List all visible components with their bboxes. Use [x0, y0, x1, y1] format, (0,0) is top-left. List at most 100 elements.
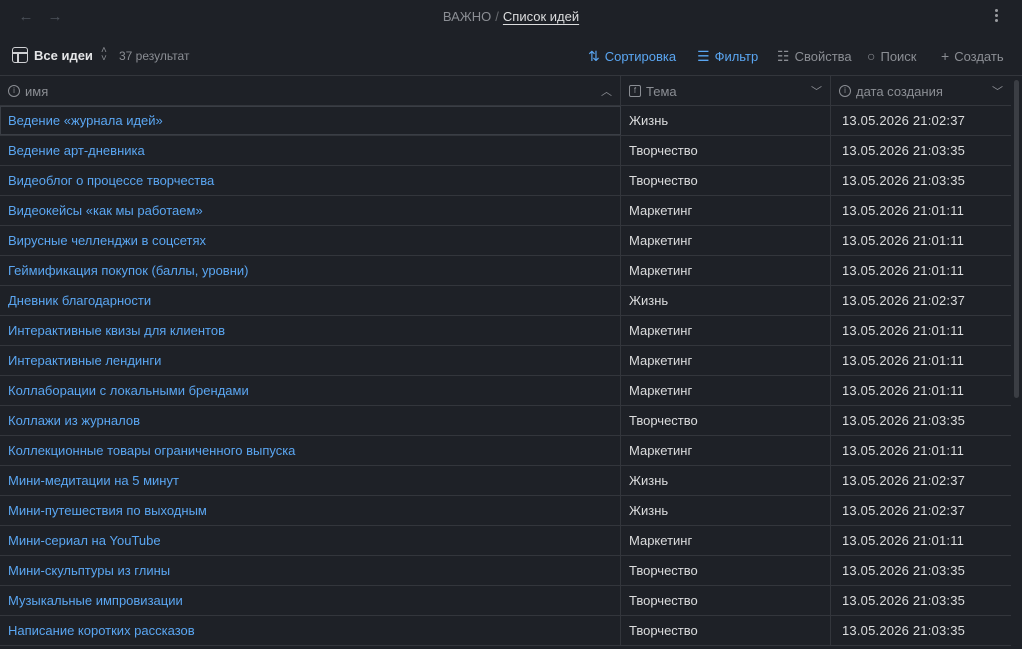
- view-label: Все идеи: [34, 47, 93, 63]
- cell-name[interactable]: Вирусные челленджи в соцсетях: [0, 226, 621, 255]
- search-icon: ○: [867, 48, 876, 64]
- cell-topic: Маркетинг: [621, 346, 831, 375]
- table-body: Ведение «журнала идей» Жизнь 13.05.2026 21…: [0, 106, 1011, 646]
- view-selector[interactable]: Все идеи ˄ ˅: [12, 46, 107, 64]
- cell-date: 13.05.2026 21:02:37: [842, 503, 966, 518]
- breadcrumb: ВАЖНО / Список идей: [0, 9, 1022, 24]
- table-row[interactable]: Музыкальные импровизации Творчество 13.05.…: [0, 586, 1011, 616]
- breadcrumb-current[interactable]: Список идей: [503, 9, 579, 24]
- table-row[interactable]: Ведение арт-дневника Творчество 13.05.2026…: [0, 136, 1011, 166]
- sort-icon: ⇅: [588, 47, 600, 64]
- cell-name[interactable]: Интерактивные квизы для клиентов: [0, 316, 621, 345]
- properties-button[interactable]: ☷ Свойства: [777, 47, 852, 65]
- scrollbar-thumb[interactable]: [1014, 80, 1019, 398]
- cell-name[interactable]: Мини-скульптуры из глины: [0, 556, 621, 585]
- cell-name[interactable]: Мини-путешествия по выходным: [0, 496, 621, 525]
- cell-name[interactable]: Видеокейсы «как мы работаем»: [0, 196, 621, 225]
- table-row[interactable]: Видеоблог о процессе творчества Творчеств…: [0, 166, 1011, 196]
- cell-date: 13.05.2026 21:01:11: [842, 263, 965, 278]
- titlebar: ← → ВАЖНО / Список идей: [0, 0, 1022, 34]
- table-row[interactable]: Интерактивные квизы для клиентов Маркетин…: [0, 316, 1011, 346]
- cell-topic: Творчество: [621, 556, 831, 585]
- cell-date: 13.05.2026 21:01:11: [842, 443, 965, 458]
- cell-date: 13.05.2026 21:01:11: [842, 323, 965, 338]
- cell-topic: Творчество: [621, 616, 831, 645]
- cell-date: 13.05.2026 21:02:37: [842, 293, 966, 308]
- cell-topic: Творчество: [621, 166, 831, 195]
- table-row[interactable]: Вирусные челленджи в соцсетях Маркетинг 13…: [0, 226, 1011, 256]
- table-row[interactable]: Мини-медитации на 5 минут Жизнь 13.05.2026…: [0, 466, 1011, 496]
- cell-date: 13.05.2026 21:01:11: [842, 383, 965, 398]
- cell-topic: Жизнь: [621, 106, 831, 135]
- cell-name[interactable]: Мини-сериал на YouTube: [0, 526, 621, 555]
- table-row[interactable]: Ведение «журнала идей» Жизнь 13.05.2026 21…: [0, 106, 1011, 136]
- table-row[interactable]: Дневник благодарности Жизнь 13.05.2026 21:…: [0, 286, 1011, 316]
- table-row[interactable]: Видеокейсы «как мы работаем» Маркетинг 13.…: [0, 196, 1011, 226]
- toolbar: Все идеи ˄ ˅ 37 результат ⇅ Сортировка ☰ …: [0, 34, 1022, 76]
- table-row[interactable]: Коллажи из журналов Творчество 13.05.2026 …: [0, 406, 1011, 436]
- table-row[interactable]: Мини-сериал на YouTube Маркетинг 13.05.202…: [0, 526, 1011, 556]
- cell-name[interactable]: Коллекционные товары ограниченного выпус…: [0, 436, 621, 465]
- properties-label: Свойства: [794, 48, 852, 64]
- cell-name[interactable]: Написание коротких рассказов: [0, 616, 621, 645]
- column-topic-label: Тема: [646, 83, 677, 99]
- table-row[interactable]: Мини-скульптуры из глины Творчество 13.05.…: [0, 556, 1011, 586]
- cell-topic: Жизнь: [621, 286, 831, 315]
- cell-name[interactable]: Дневник благодарности: [0, 286, 621, 315]
- table-row[interactable]: Коллаборации с локальными брендами Маркет…: [0, 376, 1011, 406]
- cell-name[interactable]: Коллаборации с локальными брендами: [0, 376, 621, 405]
- table-row[interactable]: Написание коротких рассказов Творчество 13…: [0, 616, 1011, 646]
- cell-topic: Маркетинг: [621, 316, 831, 345]
- cell-topic: Маркетинг: [621, 226, 831, 255]
- table-row[interactable]: Коллекционные товары ограниченного выпус…: [0, 436, 1011, 466]
- column-header-name[interactable]: i имя ︿: [0, 76, 621, 106]
- create-button[interactable]: + Создать: [941, 47, 1004, 65]
- cell-topic: Маркетинг: [621, 196, 831, 225]
- table-row[interactable]: Мини-путешествия по выходным Жизнь 13.05.2…: [0, 496, 1011, 526]
- list-icon: ☷: [777, 47, 790, 64]
- table-row[interactable]: Интерактивные лендинги Маркетинг 13.05.202…: [0, 346, 1011, 376]
- cell-topic: Жизнь: [621, 496, 831, 525]
- cell-name[interactable]: Ведение арт-дневника: [0, 136, 621, 165]
- cell-name[interactable]: Коллажи из журналов: [0, 406, 621, 435]
- column-header-topic[interactable]: f Тема ﹀: [621, 76, 831, 106]
- breadcrumb-separator: /: [495, 9, 499, 24]
- cell-date: 13.05.2026 21:03:35: [842, 413, 966, 428]
- cell-name[interactable]: Музыкальные импровизации: [0, 586, 621, 615]
- filter-label: Фильтр: [714, 48, 759, 64]
- cell-date: 13.05.2026 21:03:35: [842, 593, 966, 608]
- breadcrumb-parent[interactable]: ВАЖНО: [443, 9, 491, 24]
- cell-date: 13.05.2026 21:03:35: [842, 623, 966, 638]
- cell-date: 13.05.2026 21:03:35: [842, 563, 966, 578]
- chevron-down-icon[interactable]: ﹀: [992, 83, 1003, 99]
- cell-name[interactable]: Видеоблог о процессе творчества: [0, 166, 621, 195]
- plus-icon: +: [941, 48, 950, 64]
- chevron-down-icon[interactable]: ﹀: [811, 83, 822, 99]
- cell-date: 13.05.2026 21:02:37: [842, 473, 966, 488]
- search-button[interactable]: ○ Поиск: [867, 47, 917, 65]
- cell-name[interactable]: Ведение «журнала идей»: [0, 106, 621, 135]
- filter-button[interactable]: ☰ Фильтр: [697, 47, 758, 65]
- cell-date: 13.05.2026 21:01:11: [842, 233, 965, 248]
- table-row[interactable]: Геймификация покупок (баллы, уровни) Марк…: [0, 256, 1011, 286]
- cell-name[interactable]: Мини-медитации на 5 минут: [0, 466, 621, 495]
- result-count: 37 результат: [119, 49, 190, 63]
- cell-name[interactable]: Геймификация покупок (баллы, уровни): [0, 256, 621, 285]
- sort-label: Сортировка: [604, 48, 677, 64]
- chevron-up-icon[interactable]: ︿: [601, 83, 612, 99]
- cell-topic: Маркетинг: [621, 526, 831, 555]
- cell-topic: Маркетинг: [621, 256, 831, 285]
- sort-button[interactable]: ⇅ Сортировка: [588, 47, 676, 65]
- cell-topic: Творчество: [621, 136, 831, 165]
- filter-icon: ☰: [697, 47, 710, 64]
- cell-topic: Творчество: [621, 406, 831, 435]
- more-options-icon[interactable]: [987, 7, 1005, 27]
- chevron-updown-icon: ˄ ˅: [100, 45, 107, 64]
- column-header-date[interactable]: i дата создания ﹀: [831, 76, 1011, 106]
- cell-topic: Маркетинг: [621, 376, 831, 405]
- cell-topic: Жизнь: [621, 466, 831, 495]
- create-label: Создать: [954, 48, 1004, 64]
- cell-name[interactable]: Интерактивные лендинги: [0, 346, 621, 375]
- cell-date: 13.05.2026 21:03:35: [842, 143, 966, 158]
- table-icon: [12, 47, 28, 63]
